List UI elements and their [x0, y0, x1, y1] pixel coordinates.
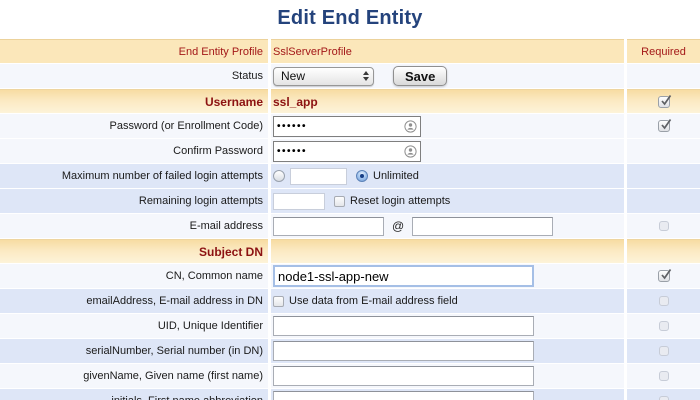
initials-input[interactable] [273, 391, 534, 400]
status-select-value: New [281, 69, 305, 83]
row-end-entity-profile: End Entity Profile SslServerProfile Requ… [0, 39, 700, 63]
reset-login-attempts-checkbox[interactable] [334, 196, 345, 207]
end-entity-profile-value: SslServerProfile [271, 39, 624, 63]
row-uid: UID, Unique Identifier [0, 314, 700, 338]
row-initials: initials, First name abbreviation [0, 389, 700, 400]
field-label: initials, First name abbreviation [0, 389, 268, 400]
field-label: UID, Unique Identifier [0, 314, 268, 338]
max-logins-unlimited-radio[interactable] [356, 170, 368, 182]
cn-input[interactable] [273, 265, 534, 287]
required-column-header: Required [627, 39, 700, 63]
select-stepper-icon [363, 71, 369, 81]
email-domain-input[interactable] [412, 217, 553, 236]
uid-input[interactable] [273, 316, 534, 336]
use-email-data-label: Use data from E-mail address field [289, 295, 458, 307]
row-status: Status New Save [0, 64, 700, 88]
required-checkbox-unchecked [659, 296, 669, 306]
row-given-name: givenName, Given name (first name) [0, 364, 700, 388]
checkmark-icon [659, 267, 673, 281]
at-symbol: @ [389, 219, 407, 233]
confirm-password-input[interactable] [273, 141, 421, 162]
status-select[interactable]: New [273, 67, 374, 86]
field-label: Confirm Password [0, 139, 268, 163]
row-subject-dn-header: Subject DN [0, 239, 700, 263]
username-value: ssl_app [271, 89, 624, 113]
row-email-dn: emailAddress, E-mail address in DN Use d… [0, 289, 700, 313]
field-label: emailAddress, E-mail address in DN [0, 289, 268, 313]
given-name-input[interactable] [273, 366, 534, 386]
row-email: E-mail address @ [0, 214, 700, 238]
reset-login-attempts-label: Reset login attempts [350, 195, 450, 207]
contact-autofill-icon[interactable] [404, 145, 417, 158]
required-checkbox-unchecked [659, 396, 669, 400]
max-logins-input[interactable] [290, 168, 347, 185]
serial-number-input[interactable] [273, 341, 534, 361]
row-username: Username ssl_app [0, 89, 700, 113]
unlimited-label: Unlimited [373, 170, 419, 182]
required-checkbox-unchecked [659, 371, 669, 381]
field-label: Password (or Enrollment Code) [0, 114, 268, 138]
section-header: Subject DN [0, 239, 268, 263]
checkmark-icon [659, 93, 673, 107]
required-checkbox-unchecked [659, 321, 669, 331]
row-remaining-logins: Remaining login attempts Reset login att… [0, 189, 700, 213]
remaining-logins-input[interactable] [273, 193, 325, 210]
field-label: Maximum number of failed login attempts [0, 164, 268, 188]
field-label: E-mail address [0, 214, 268, 238]
password-input[interactable] [273, 116, 421, 137]
required-checkbox-unchecked [659, 221, 669, 231]
field-label: serialNumber, Serial number (in DN) [0, 339, 268, 363]
field-label: Status [0, 64, 268, 88]
row-confirm-password: Confirm Password [0, 139, 700, 163]
row-serial-number: serialNumber, Serial number (in DN) [0, 339, 700, 363]
row-cn: CN, Common name [0, 264, 700, 288]
required-checkbox-unchecked [659, 346, 669, 356]
field-label: CN, Common name [0, 264, 268, 288]
field-label: givenName, Given name (first name) [0, 364, 268, 388]
row-password: Password (or Enrollment Code) [0, 114, 700, 138]
required-checkbox-checked [658, 120, 670, 132]
end-entity-form: End Entity Profile SslServerProfile Requ… [0, 39, 700, 400]
required-checkbox-checked [658, 96, 670, 108]
contact-autofill-icon[interactable] [404, 120, 417, 133]
required-checkbox-checked [658, 270, 670, 282]
row-max-failed-logins: Maximum number of failed login attempts … [0, 164, 700, 188]
field-label: Remaining login attempts [0, 189, 268, 213]
use-email-data-checkbox[interactable] [273, 296, 284, 307]
field-label: Username [0, 89, 268, 113]
checkmark-icon [659, 117, 673, 131]
page-title: Edit End Entity [0, 0, 700, 39]
save-button[interactable]: Save [393, 66, 447, 86]
field-label: End Entity Profile [0, 39, 268, 63]
email-local-input[interactable] [273, 217, 384, 236]
max-logins-custom-radio[interactable] [273, 170, 285, 182]
